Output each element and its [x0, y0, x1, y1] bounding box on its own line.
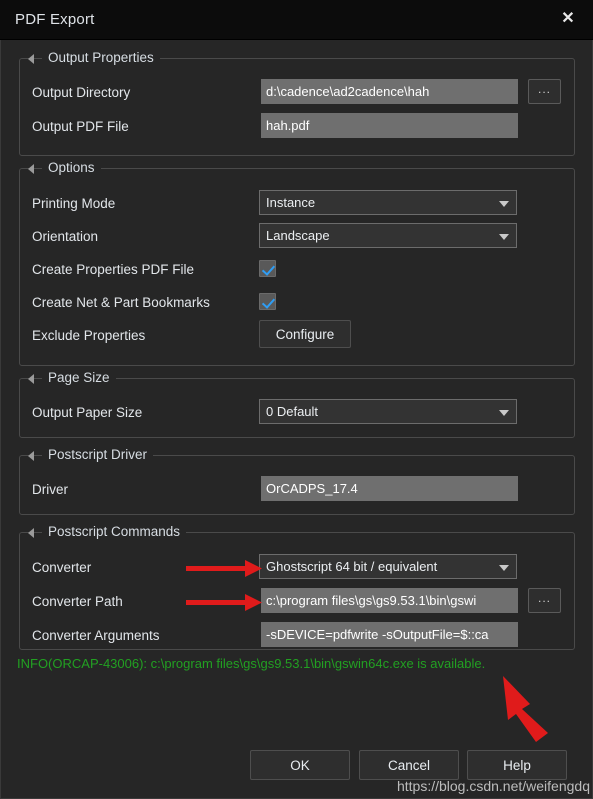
- help-button[interactable]: Help: [467, 750, 567, 780]
- checkbox-create-bookmarks[interactable]: [259, 293, 276, 310]
- configure-button[interactable]: Configure: [259, 320, 351, 348]
- dropdown-output-paper-size-value: 0 Default: [266, 404, 319, 419]
- label-converter: Converter: [32, 560, 92, 575]
- label-printing-mode: Printing Mode: [32, 196, 116, 211]
- group-output-properties: Output Properties Output Directory d:\ca…: [19, 50, 575, 156]
- group-postscript-commands-title: Postscript Commands: [42, 524, 187, 539]
- collapse-triangle-icon[interactable]: [28, 54, 34, 64]
- group-postscript-driver: Postscript Driver Driver OrCADPS_17.4: [19, 447, 575, 515]
- label-output-paper-size: Output Paper Size: [32, 405, 143, 420]
- browse-output-directory-button[interactable]: ...: [528, 79, 561, 104]
- dialog-body: Output Properties Output Directory d:\ca…: [0, 40, 593, 799]
- label-create-bookmarks: Create Net & Part Bookmarks: [32, 295, 210, 310]
- label-orientation: Orientation: [32, 229, 99, 244]
- watermark-url: https://blog.csdn.net/weifengdq: [396, 778, 590, 794]
- dropdown-orientation[interactable]: Landscape: [259, 223, 517, 248]
- chevron-down-icon: [499, 200, 509, 207]
- input-output-directory[interactable]: d:\cadence\ad2cadence\hah: [261, 79, 518, 104]
- dropdown-converter[interactable]: Ghostscript 64 bit / equivalent: [259, 554, 517, 579]
- info-status-message: INFO(ORCAP-43006): c:\program files\gs\g…: [17, 656, 486, 671]
- title-bar: PDF Export ✕: [0, 0, 593, 40]
- dropdown-output-paper-size[interactable]: 0 Default: [259, 399, 517, 424]
- group-options-title: Options: [42, 160, 101, 175]
- group-options: Options Printing Mode Instance Orientati…: [19, 160, 575, 366]
- browse-converter-path-button[interactable]: ...: [528, 588, 561, 613]
- checkbox-create-properties-pdf[interactable]: [259, 260, 276, 277]
- group-output-properties-title: Output Properties: [42, 50, 160, 65]
- group-postscript-commands: Postscript Commands Converter Ghostscrip…: [19, 524, 575, 650]
- chevron-down-icon: [499, 409, 509, 416]
- label-converter-path: Converter Path: [32, 594, 123, 609]
- dropdown-orientation-value: Landscape: [266, 228, 330, 243]
- label-driver: Driver: [32, 482, 68, 497]
- ok-button[interactable]: OK: [250, 750, 350, 780]
- dropdown-printing-mode-value: Instance: [266, 195, 316, 210]
- label-exclude-properties: Exclude Properties: [32, 328, 146, 343]
- pdf-export-dialog: PDF Export ✕ Output Properties Output Di…: [0, 0, 593, 799]
- close-icon[interactable]: ✕: [553, 5, 583, 33]
- label-output-directory: Output Directory: [32, 85, 131, 100]
- input-driver[interactable]: OrCADPS_17.4: [261, 476, 518, 501]
- input-output-pdf-file[interactable]: hah.pdf: [261, 113, 518, 138]
- chevron-down-icon: [499, 233, 509, 240]
- collapse-triangle-icon[interactable]: [28, 164, 34, 174]
- collapse-triangle-icon[interactable]: [28, 528, 34, 538]
- input-converter-arguments[interactable]: -sDEVICE=pdfwrite -sOutputFile=$::ca: [261, 622, 518, 647]
- collapse-triangle-icon[interactable]: [28, 451, 34, 461]
- dropdown-printing-mode[interactable]: Instance: [259, 190, 517, 215]
- label-create-properties-pdf: Create Properties PDF File: [32, 262, 195, 277]
- group-page-size-title: Page Size: [42, 370, 116, 385]
- group-postscript-driver-title: Postscript Driver: [42, 447, 154, 462]
- dropdown-converter-value: Ghostscript 64 bit / equivalent: [266, 559, 438, 574]
- label-converter-arguments: Converter Arguments: [32, 628, 160, 643]
- input-converter-path[interactable]: c:\program files\gs\gs9.53.1\bin\gswi: [261, 588, 518, 613]
- collapse-triangle-icon[interactable]: [28, 374, 34, 384]
- group-page-size: Page Size Output Paper Size 0 Default: [19, 370, 575, 438]
- window-title: PDF Export: [15, 11, 95, 28]
- chevron-down-icon: [499, 564, 509, 571]
- cancel-button[interactable]: Cancel: [359, 750, 459, 780]
- label-output-pdf-file: Output PDF File: [32, 119, 129, 134]
